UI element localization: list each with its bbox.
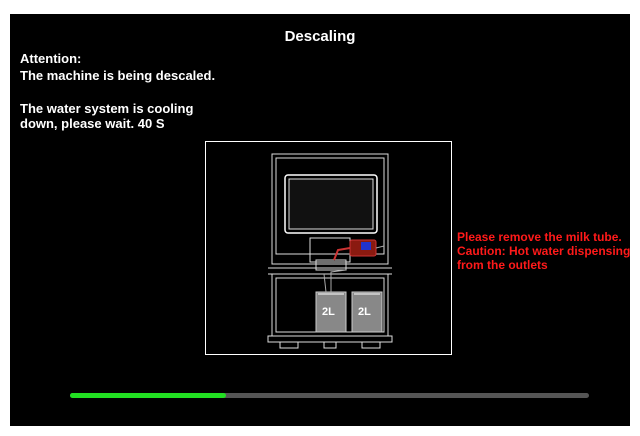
bottom-border <box>0 426 640 436</box>
attention-label: Attention: <box>20 51 82 66</box>
coffee-machine-icon <box>267 153 393 349</box>
descaling-screen: Descaling Attention: The machine is bein… <box>0 0 640 436</box>
left-border <box>0 14 10 426</box>
progress-bar <box>70 393 589 398</box>
progress-fill <box>70 393 226 398</box>
descaling-message: The machine is being descaled. <box>20 68 216 83</box>
page-title: Descaling <box>284 28 356 45</box>
right-border <box>630 14 640 426</box>
warning-message: Please remove the milk tube. Caution: Ho… <box>457 230 631 272</box>
machine-illustration: 2L 2L <box>205 141 452 355</box>
tank-left-label: 2L <box>322 306 335 318</box>
tank-right-label: 2L <box>358 306 371 318</box>
attention-block: Attention: The machine is being descaled… <box>20 50 215 84</box>
top-border <box>0 0 640 14</box>
cooling-message: The water system is cooling down, please… <box>20 101 194 131</box>
